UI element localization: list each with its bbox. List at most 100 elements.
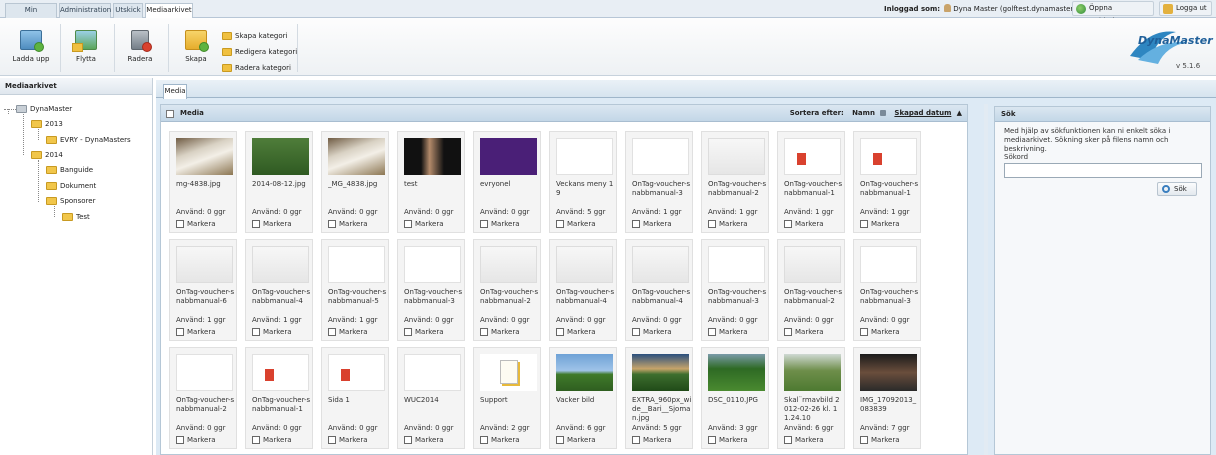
media-item[interactable]: Veckans meny 19 Använd: 5 ggr Markera	[549, 131, 617, 233]
mark-checkbox[interactable]	[632, 220, 640, 228]
mark-checkbox[interactable]	[480, 328, 488, 336]
media-item-mark[interactable]: Markera	[404, 328, 444, 336]
media-item-mark[interactable]: Markera	[708, 328, 748, 336]
media-item-mark[interactable]: Markera	[556, 220, 596, 228]
media-item-mark[interactable]: Markera	[632, 328, 672, 336]
media-item[interactable]: OnTag-voucher-snabbmanual-2 Använd: 1 ggr…	[701, 131, 769, 233]
media-item[interactable]: test Använd: 0 ggr Markera	[397, 131, 465, 233]
media-item-mark[interactable]: Markera	[708, 220, 748, 228]
media-item-mark[interactable]: Markera	[784, 220, 824, 228]
mark-checkbox[interactable]	[708, 220, 716, 228]
media-thumbnail[interactable]	[252, 354, 309, 391]
mark-checkbox[interactable]	[632, 436, 640, 444]
media-item-mark[interactable]: Markera	[860, 220, 900, 228]
media-thumbnail[interactable]	[328, 246, 385, 283]
media-item[interactable]: Sida 1 Använd: 0 ggr Markera	[321, 347, 389, 449]
media-thumbnail[interactable]	[480, 246, 537, 283]
media-item[interactable]: _MG_4838.jpg Använd: 0 ggr Markera	[321, 131, 389, 233]
mark-checkbox[interactable]	[328, 328, 336, 336]
tree-node-dynamaster[interactable]: DynaMaster	[16, 104, 72, 114]
media-thumbnail[interactable]	[708, 354, 765, 391]
media-item[interactable]: OnTag-voucher-snabbmanual-3 Använd: 0 ggr…	[853, 239, 921, 341]
media-item-mark[interactable]: Markera	[328, 328, 368, 336]
media-thumbnail[interactable]	[708, 138, 765, 175]
media-thumbnail[interactable]	[708, 246, 765, 283]
media-item-mark[interactable]: Markera	[860, 436, 900, 444]
media-thumbnail[interactable]	[860, 354, 917, 391]
media-item[interactable]: OnTag-voucher-snabbmanual-3 Använd: 1 ggr…	[625, 131, 693, 233]
media-item-mark[interactable]: Markera	[708, 436, 748, 444]
delete-button[interactable]: Radera	[118, 30, 162, 63]
media-item-mark[interactable]: Markera	[252, 328, 292, 336]
tab-min-webbplats[interactable]: Min webbplats	[5, 3, 57, 27]
media-item[interactable]: WUC2014 Använd: 0 ggr Markera	[397, 347, 465, 449]
mark-checkbox[interactable]	[860, 436, 868, 444]
tree-node-test[interactable]: Test	[62, 212, 90, 222]
media-thumbnail[interactable]	[328, 354, 385, 391]
mark-checkbox[interactable]	[556, 436, 564, 444]
mark-checkbox[interactable]	[328, 436, 336, 444]
media-item[interactable]: Support Använd: 2 ggr Markera	[473, 347, 541, 449]
move-button[interactable]: Flytta	[64, 30, 108, 63]
create-category-link[interactable]: Skapa kategori	[222, 32, 287, 40]
tab-media[interactable]: Media	[163, 84, 187, 99]
media-item[interactable]: OnTag-voucher-snabbmanual-2 Använd: 0 ggr…	[473, 239, 541, 341]
mark-checkbox[interactable]	[252, 436, 260, 444]
media-thumbnail[interactable]	[252, 246, 309, 283]
media-thumbnail[interactable]	[480, 354, 537, 391]
search-input[interactable]	[1004, 163, 1202, 178]
media-item[interactable]: DSC_0110.JPG Använd: 3 ggr Markera	[701, 347, 769, 449]
media-thumbnail[interactable]	[176, 354, 233, 391]
mark-checkbox[interactable]	[632, 328, 640, 336]
tab-utskick[interactable]: Utskick	[113, 3, 143, 18]
media-item-mark[interactable]: Markera	[176, 328, 216, 336]
sort-by-date[interactable]: Skapad datum	[894, 109, 951, 117]
mark-checkbox[interactable]	[176, 220, 184, 228]
media-thumbnail[interactable]	[860, 138, 917, 175]
media-item[interactable]: IMG_17092013_083839 Använd: 7 ggr Markera	[853, 347, 921, 449]
media-item[interactable]: Skal¨rmavbild 2012-02-26 kl. 11.24.10 Anv…	[777, 347, 845, 449]
create-button[interactable]: Skapa	[174, 30, 218, 63]
media-thumbnail[interactable]	[784, 246, 841, 283]
media-item-mark[interactable]: Markera	[556, 436, 596, 444]
open-site-button[interactable]: Öppna webbplatsen	[1072, 1, 1154, 25]
tab-mediaarkivet[interactable]: Mediaarkivet	[145, 3, 193, 19]
media-thumbnail[interactable]	[784, 354, 841, 391]
media-item-mark[interactable]: Markera	[860, 328, 900, 336]
media-thumbnail[interactable]	[176, 138, 233, 175]
sort-by-name[interactable]: Namn	[852, 109, 875, 117]
media-item-mark[interactable]: Markera	[328, 220, 368, 228]
tree-node-2014[interactable]: 2014	[31, 150, 63, 160]
media-item[interactable]: OnTag-voucher-snabbmanual-1 Använd: 0 ggr…	[245, 347, 313, 449]
mark-checkbox[interactable]	[784, 328, 792, 336]
media-thumbnail[interactable]	[556, 246, 613, 283]
select-all-checkbox[interactable]	[166, 110, 174, 118]
media-item[interactable]: mg-4838.jpg Använd: 0 ggr Markera	[169, 131, 237, 233]
media-thumbnail[interactable]	[176, 246, 233, 283]
mark-checkbox[interactable]	[480, 220, 488, 228]
media-item[interactable]: OnTag-voucher-snabbmanual-4 Använd: 0 ggr…	[549, 239, 617, 341]
media-thumbnail[interactable]	[404, 138, 461, 175]
media-item[interactable]: OnTag-voucher-snabbmanual-4 Använd: 0 ggr…	[625, 239, 693, 341]
media-thumbnail[interactable]	[632, 138, 689, 175]
edit-category-link[interactable]: Redigera kategori	[222, 48, 297, 56]
media-item-mark[interactable]: Markera	[556, 328, 596, 336]
media-thumbnail[interactable]	[404, 246, 461, 283]
media-item[interactable]: OnTag-voucher-snabbmanual-1 Använd: 1 ggr…	[777, 131, 845, 233]
media-item-mark[interactable]: Markera	[480, 220, 520, 228]
mark-checkbox[interactable]	[176, 436, 184, 444]
mark-checkbox[interactable]	[784, 436, 792, 444]
media-item[interactable]: OnTag-voucher-snabbmanual-2 Använd: 0 ggr…	[777, 239, 845, 341]
tab-administration[interactable]: Administration	[59, 3, 111, 18]
mark-checkbox[interactable]	[176, 328, 184, 336]
media-thumbnail[interactable]	[556, 354, 613, 391]
media-thumbnail[interactable]	[632, 354, 689, 391]
media-item-mark[interactable]: Markera	[252, 436, 292, 444]
tree-node-banguide[interactable]: Banguide	[46, 165, 93, 175]
search-button[interactable]: Sök	[1157, 182, 1197, 196]
media-item[interactable]: Vacker bild Använd: 6 ggr Markera	[549, 347, 617, 449]
media-thumbnail[interactable]	[784, 138, 841, 175]
media-item-mark[interactable]: Markera	[404, 436, 444, 444]
media-thumbnail[interactable]	[480, 138, 537, 175]
media-item[interactable]: OnTag-voucher-snabbmanual-5 Använd: 1 ggr…	[321, 239, 389, 341]
